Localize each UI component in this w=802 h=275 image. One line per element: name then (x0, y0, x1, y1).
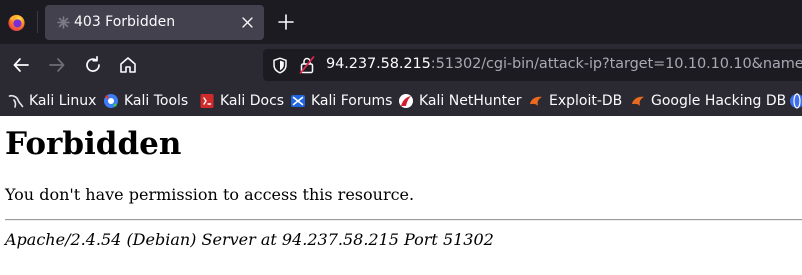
reload-icon[interactable] (83, 55, 103, 75)
google-hacking-db-icon (632, 96, 644, 106)
tab-active[interactable]: 403 Forbidden (45, 5, 264, 40)
insecure-lock-icon[interactable] (299, 56, 315, 74)
bookmark-label: Google Hacking DB (651, 93, 787, 109)
url-bar[interactable]: 94.237.58.215:51302/cgi-bin/attack-ip?ta… (263, 49, 802, 81)
bookmark-label: Kali Docs (220, 93, 285, 109)
page-favicon-icon (57, 16, 70, 29)
bookmark-google-hacking-db[interactable]: Google Hacking DB (630, 92, 786, 110)
error-message: You don't have permission to access this… (5, 185, 415, 204)
new-tab-icon[interactable] (277, 13, 295, 31)
bookmark-label: Kali Tools (124, 93, 189, 109)
page-heading: Forbidden (5, 126, 182, 162)
url-text: 94.237.58.215:51302/cgi-bin/attack-ip?ta… (326, 56, 802, 72)
kali-nethunter-icon (399, 94, 413, 108)
tab-title: 403 Forbidden (74, 14, 176, 30)
tracking-protection-shield-icon[interactable] (272, 57, 288, 74)
bookmark-label: Kali Forums (311, 93, 393, 109)
forward-arrow-icon[interactable] (47, 55, 67, 75)
bookmarks-toolbar: Kali Linux Kali Tools Kali Docs Kali For… (0, 86, 802, 116)
server-signature: Apache/2.4.54 (Debian) Server at 94.237.… (5, 230, 494, 249)
exploit-db-icon (530, 96, 542, 106)
kali-dragon-icon (8, 94, 24, 108)
bookmark-kali-tools[interactable]: Kali Tools (103, 92, 188, 110)
firefox-logo-icon[interactable] (7, 13, 26, 32)
bookmark-kali-nethunter[interactable]: Kali NetHunter (398, 92, 521, 110)
globe-icon (790, 93, 802, 109)
page-content: Forbidden You don't have permission to a… (0, 116, 802, 275)
navigation-toolbar: 94.237.58.215:51302/cgi-bin/attack-ip?ta… (0, 44, 802, 86)
bookmark-exploit-db[interactable]: Exploit-DB (528, 92, 622, 110)
home-icon[interactable] (118, 55, 138, 75)
kali-tools-icon (104, 94, 118, 108)
bookmark-overflow-partial[interactable] (789, 92, 802, 110)
back-arrow-icon[interactable] (11, 55, 31, 75)
horizontal-rule (5, 219, 802, 221)
kali-forums-icon (291, 95, 305, 107)
tab-separator (37, 11, 38, 33)
bookmark-kali-linux[interactable]: Kali Linux (8, 92, 96, 110)
kali-docs-icon (200, 94, 214, 108)
bookmark-label: Kali NetHunter (419, 93, 522, 109)
url-path: :51302/cgi-bin/attack-ip?target=10.10.10… (430, 56, 802, 72)
url-host: 94.237.58.215 (326, 56, 431, 72)
bookmark-kali-forums[interactable]: Kali Forums (290, 92, 392, 110)
tab-strip: 403 Forbidden (0, 0, 802, 44)
bookmark-label: Exploit-DB (549, 93, 623, 109)
bookmark-kali-docs[interactable]: Kali Docs (199, 92, 284, 110)
bookmark-label: Kali Linux (29, 93, 97, 109)
close-tab-icon[interactable] (241, 16, 254, 29)
